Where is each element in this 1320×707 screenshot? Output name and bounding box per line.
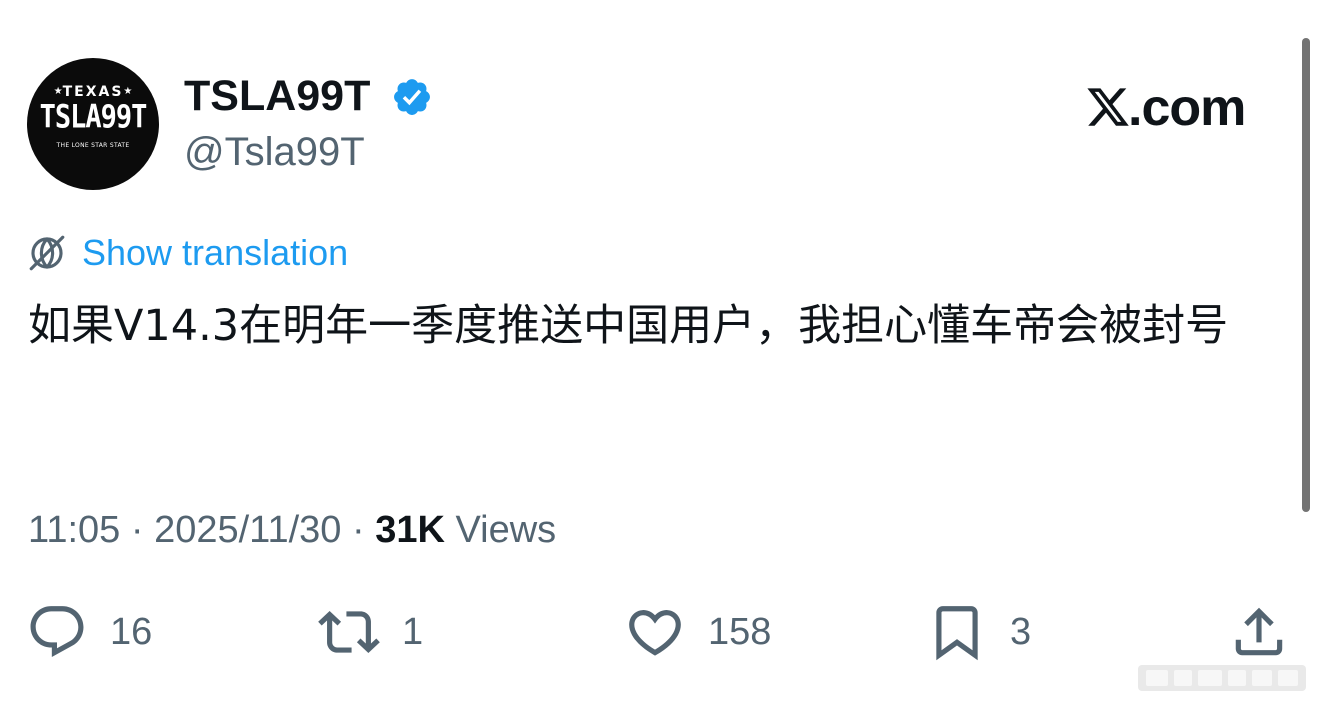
reply-icon xyxy=(30,606,84,658)
license-plate-image: ★TEXAS★ TSLA99T THE LONE STAR STATE xyxy=(31,84,155,154)
views-label: Views xyxy=(455,509,557,551)
x-logo-icon xyxy=(1087,88,1129,126)
tweet-meta: 11:05 · 2025/11/30 · 31K Views xyxy=(28,505,556,555)
scrollbar[interactable] xyxy=(1302,38,1310,512)
share-icon xyxy=(1235,607,1283,656)
tweet-time[interactable]: 11:05 xyxy=(28,509,120,551)
tweet-text: 如果V14.3在明年一季度推送中国用户，我担心懂车帝会被封号 xyxy=(28,301,1229,351)
bookmark-icon xyxy=(936,606,978,661)
like-button[interactable]: 158 xyxy=(624,600,771,664)
meta-separator: · xyxy=(120,509,155,551)
globe-translate-icon xyxy=(29,235,65,271)
display-name[interactable]: TSLA99T xyxy=(184,70,370,122)
plate-slogan: THE LONE STAR STATE xyxy=(56,142,130,149)
bookmark-button[interactable]: 3 xyxy=(926,600,1031,664)
x-com-logo: .com xyxy=(1082,78,1272,138)
reply-count: 16 xyxy=(110,610,153,653)
meta-separator: · xyxy=(341,509,376,551)
show-translation-button[interactable]: Show translation xyxy=(26,228,348,278)
show-translation-label[interactable]: Show translation xyxy=(82,232,348,274)
bookmark-count: 3 xyxy=(1010,610,1032,653)
retweet-button[interactable]: 1 xyxy=(318,600,423,664)
plate-state: ★TEXAS★ xyxy=(53,84,133,100)
verified-badge-icon[interactable] xyxy=(391,76,433,118)
share-button[interactable] xyxy=(1228,600,1290,664)
plate-number: TSLA99T xyxy=(39,98,148,137)
like-count: 158 xyxy=(708,610,772,653)
heart-icon xyxy=(629,610,681,656)
watermark-logo xyxy=(1138,665,1306,691)
retweet-count: 1 xyxy=(402,610,424,653)
tweet-date[interactable]: 2025/11/30 xyxy=(154,509,341,551)
reply-button[interactable]: 16 xyxy=(26,600,152,664)
avatar[interactable]: ★TEXAS★ TSLA99T THE LONE STAR STATE xyxy=(27,58,159,190)
retweet-icon xyxy=(318,611,380,653)
user-handle[interactable]: @Tsla99T xyxy=(184,128,365,176)
brand-domain-text: .com xyxy=(1128,79,1246,137)
views-count: 31K xyxy=(375,509,445,551)
